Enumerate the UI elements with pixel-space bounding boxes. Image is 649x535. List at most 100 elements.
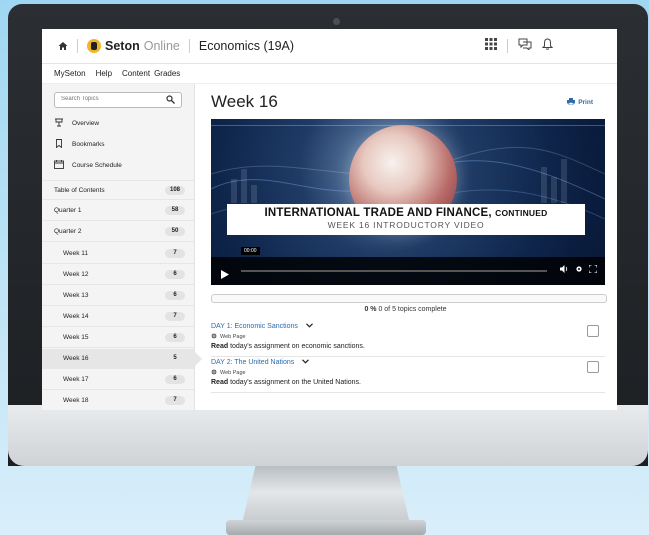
- sidebar-link-bookmarks[interactable]: Bookmarks: [54, 139, 105, 150]
- page-title: Week 16: [211, 92, 278, 111]
- topic-item-day-2: DAY 2: The United Nations Web Page Read …: [211, 359, 605, 393]
- topic-type: Web Page: [211, 333, 605, 341]
- toc-label: Quarter 1: [54, 207, 82, 214]
- toc-row-quarter-1[interactable]: Quarter 1 58: [42, 201, 194, 221]
- nav-myseton[interactable]: MySeton: [54, 69, 86, 78]
- video-title-card: INTERNATIONAL TRADE AND FINANCE, CONTINU…: [227, 204, 585, 235]
- grid-icon[interactable]: [485, 38, 497, 53]
- toc-row-week-16[interactable]: Week 16 5: [42, 349, 202, 369]
- print-label: Print: [578, 99, 593, 106]
- sidebar-link-label: Bookmarks: [72, 141, 105, 148]
- video-controls: [211, 257, 605, 285]
- home-icon[interactable]: [58, 41, 68, 51]
- toc-label: Week 18: [63, 397, 89, 404]
- topic-title-link[interactable]: DAY 1: Economic Sanctions: [211, 323, 605, 330]
- sidebar-link-label: Overview: [72, 120, 100, 127]
- toc-row-week-17[interactable]: Week 17 6: [42, 370, 194, 390]
- fullscreen-icon[interactable]: [588, 264, 598, 275]
- topic-type: Web Page: [211, 369, 605, 377]
- sidebar-link-label: Course Schedule: [72, 162, 122, 169]
- overview-icon: [54, 118, 64, 129]
- toc-row-quarter-2[interactable]: Quarter 2 50: [42, 222, 194, 242]
- monitor-chin: [8, 405, 648, 466]
- camera-dot: [333, 18, 340, 25]
- toc-label: Table of Contents: [54, 186, 105, 194]
- sidebar-link-course-schedule[interactable]: Course Schedule: [54, 160, 122, 171]
- chevron-down-icon[interactable]: [302, 359, 310, 366]
- monitor-stand: [242, 466, 410, 524]
- sidebar-link-overview[interactable]: Overview: [54, 118, 99, 129]
- screen: Seton Online Economics (19A) MySeton Hel…: [42, 29, 617, 410]
- toc-count-badge: 6: [165, 270, 185, 279]
- topic-item-day-1: DAY 1: Economic Sanctions Web Page Read …: [211, 323, 605, 357]
- search-input[interactable]: [55, 93, 161, 105]
- toc-count-badge: 6: [165, 375, 185, 384]
- toc-count-badge: 7: [165, 312, 185, 321]
- logo-text-seton: Seton: [105, 39, 140, 53]
- seton-logo[interactable]: Seton Online: [87, 39, 180, 53]
- bell-icon[interactable]: [541, 38, 554, 53]
- toc-row-week-15[interactable]: Week 15 6: [42, 328, 194, 348]
- header-icons: [485, 38, 554, 53]
- top-header: Seton Online Economics (19A): [42, 29, 617, 64]
- nav-content[interactable]: Content: [122, 69, 150, 78]
- topic-description: Read today's assignment on economic sanc…: [211, 343, 365, 350]
- toc-label: Quarter 2: [54, 228, 82, 235]
- printer-icon: [567, 98, 576, 107]
- seton-logo-icon: [87, 39, 101, 53]
- volume-icon[interactable]: [560, 265, 569, 275]
- search-box: [54, 92, 182, 108]
- search-icon[interactable]: [166, 95, 175, 106]
- monitor-base: [226, 520, 426, 535]
- toc-label: Week 14: [63, 313, 89, 320]
- toc-label: Week 11: [63, 250, 89, 257]
- sidebar: Overview Bookmarks Course Schedule Table…: [42, 84, 202, 410]
- video-headline: INTERNATIONAL TRADE AND FINANCE, CONTINU…: [264, 207, 548, 219]
- toc-row-table-of-contents[interactable]: Table of Contents 108: [42, 180, 194, 200]
- video-subline: WEEK 16 INTRODUCTORY VIDEO: [327, 220, 485, 230]
- video-seek-bar[interactable]: [241, 270, 547, 272]
- toc-count-badge: 6: [165, 291, 185, 300]
- video-timecode: 00:00: [241, 247, 260, 255]
- course-title: Economics (19A): [198, 39, 295, 53]
- main-content: Week 16 Print INTERNATIONAL TRADE AND FI…: [194, 84, 617, 410]
- main-nav: MySeton Help Content Grades: [42, 63, 617, 84]
- intro-video-player[interactable]: INTERNATIONAL TRADE AND FINANCE, CONTINU…: [211, 119, 605, 285]
- toc-count-badge: 6: [165, 333, 185, 342]
- nav-help[interactable]: Help: [96, 69, 112, 78]
- print-button[interactable]: Print: [567, 98, 593, 107]
- toc-count-badge: 5: [173, 355, 177, 361]
- topics-progress-text: 0 % 0 of 5 topics complete: [364, 306, 447, 313]
- toc-label: Week 15: [63, 334, 89, 341]
- settings-gear-icon[interactable]: [575, 265, 583, 275]
- video-control-icons: [560, 264, 598, 275]
- toc-row-week-14[interactable]: Week 14 7: [42, 307, 194, 327]
- calendar-icon: [54, 160, 64, 171]
- toc-row-week-13[interactable]: Week 13 6: [42, 286, 194, 306]
- toc-label: Week 13: [63, 292, 89, 299]
- logo-text-online: Online: [143, 39, 180, 53]
- globe-icon: [211, 369, 217, 377]
- bookmark-icon: [54, 139, 64, 150]
- toc-label: Week 17: [63, 376, 89, 383]
- play-icon[interactable]: [221, 266, 229, 284]
- header-divider: [77, 39, 78, 53]
- toc-row-week-12[interactable]: Week 12 6: [42, 265, 194, 285]
- header-divider: [507, 38, 508, 53]
- toc-label: Week 16: [63, 355, 89, 362]
- toc-count-badge: 108: [165, 185, 185, 195]
- topic-complete-checkbox[interactable]: [587, 361, 599, 373]
- globe-icon: [211, 333, 217, 341]
- topic-title-link[interactable]: DAY 2: The United Nations: [211, 359, 605, 366]
- chevron-down-icon[interactable]: [305, 323, 313, 330]
- toc-count-badge: 50: [165, 227, 185, 236]
- header-divider: [188, 39, 190, 53]
- nav-grades[interactable]: Grades: [154, 69, 180, 78]
- toc-count-badge: 7: [165, 396, 185, 405]
- toc-row-week-18[interactable]: Week 18 7: [42, 391, 194, 410]
- toc-count-badge: 7: [165, 249, 185, 258]
- chat-icon[interactable]: [518, 38, 532, 53]
- toc-count-badge: 58: [165, 206, 185, 215]
- toc-row-week-11[interactable]: Week 11 7: [42, 244, 194, 264]
- topic-complete-checkbox[interactable]: [587, 325, 599, 337]
